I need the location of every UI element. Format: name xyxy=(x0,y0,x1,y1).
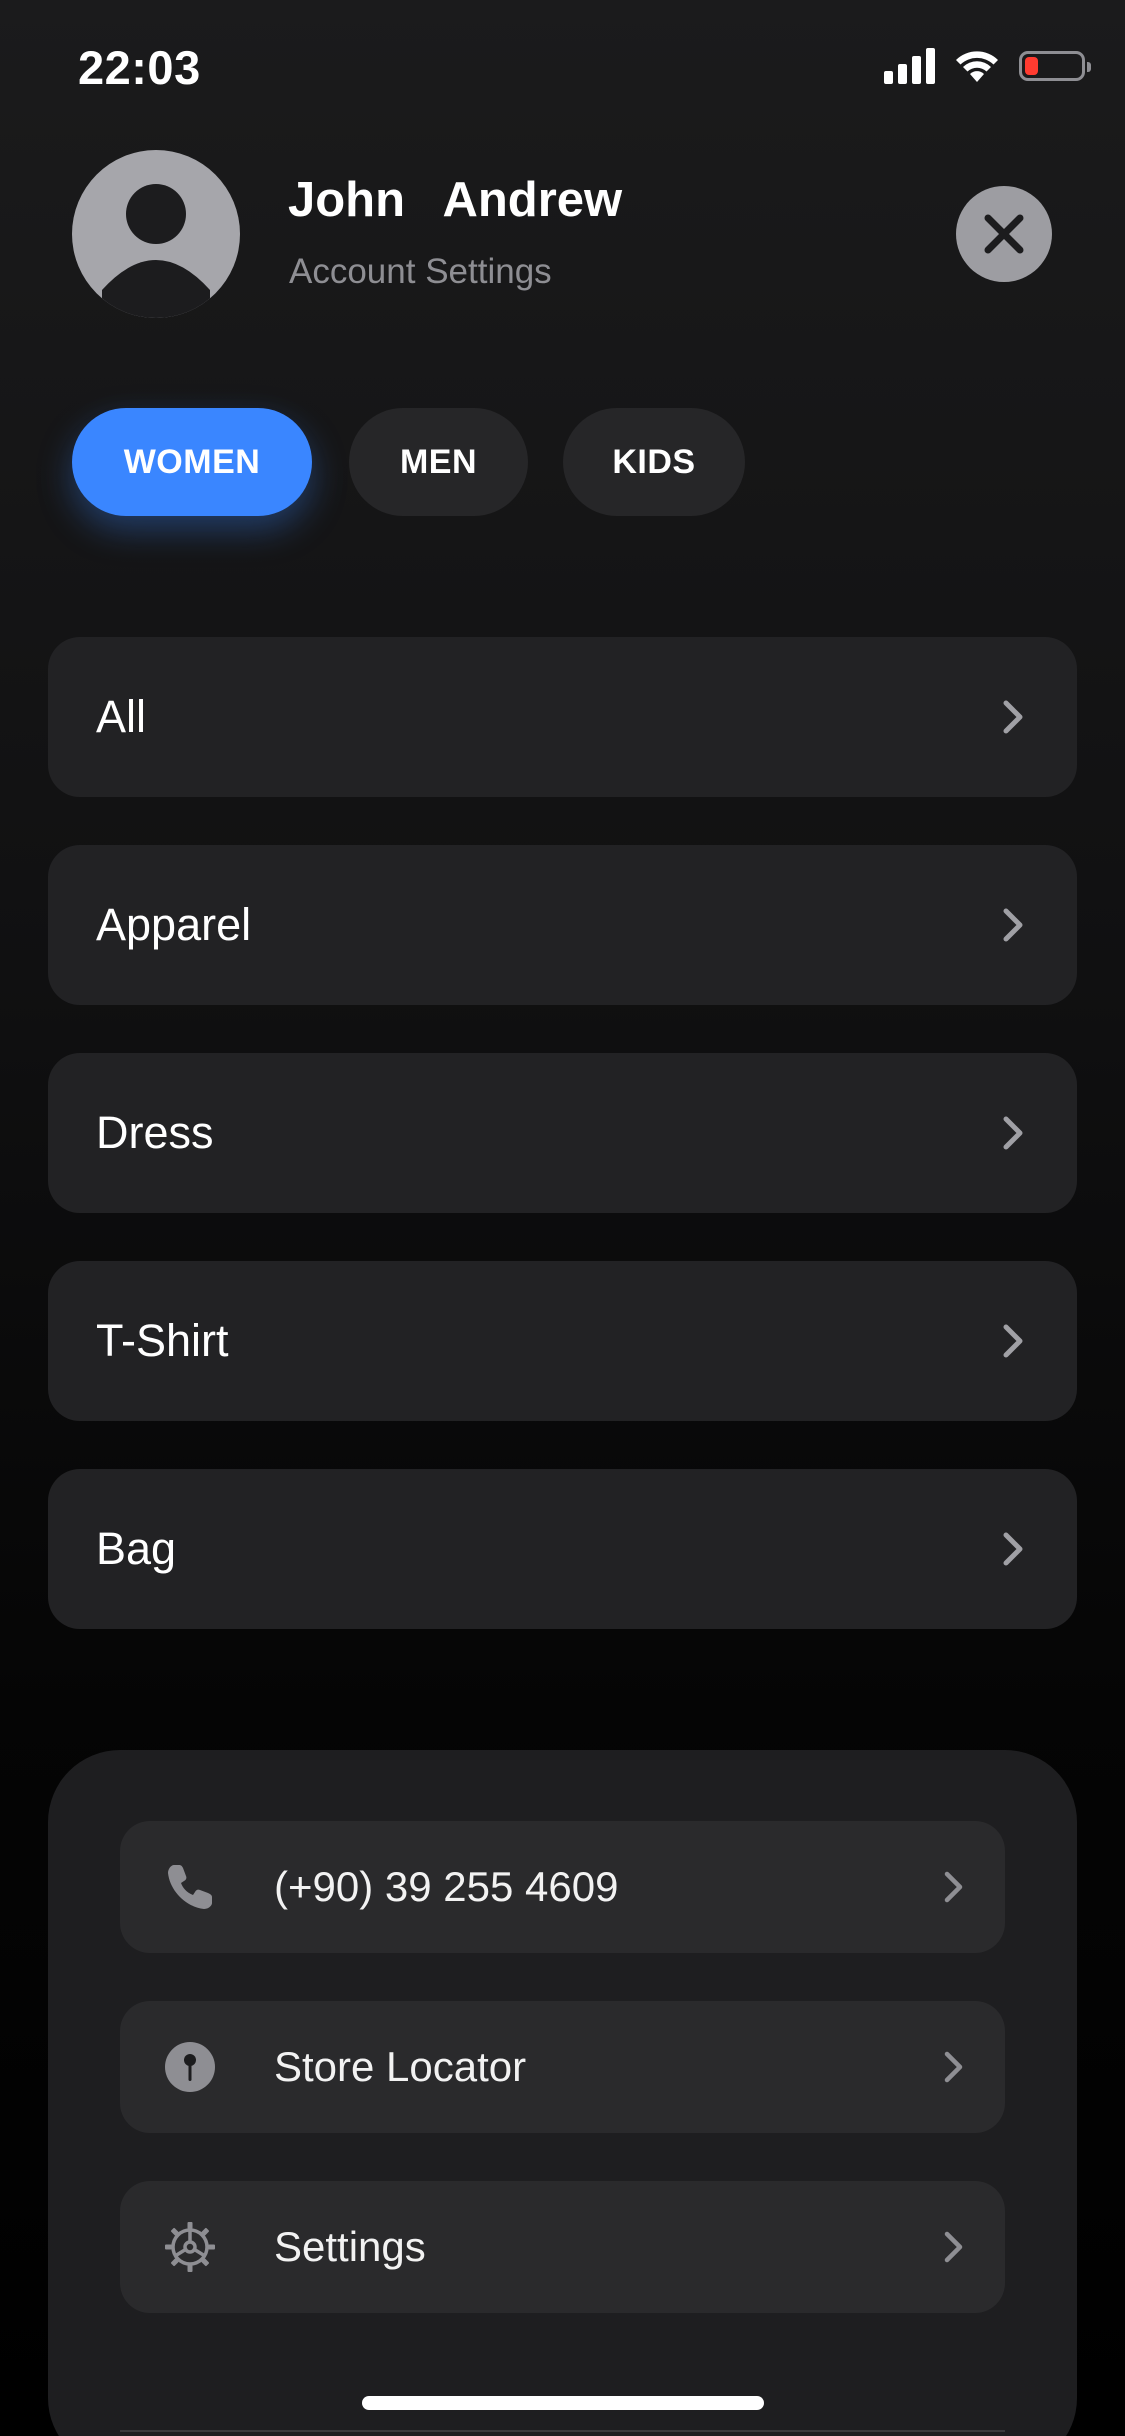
category-label: All xyxy=(96,691,147,742)
chevron-right-icon xyxy=(1003,1116,1023,1150)
battery-low-icon xyxy=(1019,51,1091,81)
close-icon xyxy=(984,214,1024,254)
close-button[interactable] xyxy=(956,186,1052,282)
contact-item-store-locator[interactable]: Store Locator xyxy=(120,2001,1005,2133)
battery-level-fill xyxy=(1025,57,1038,75)
location-pin-icon xyxy=(165,2042,215,2092)
category-item-dress[interactable]: Dress xyxy=(48,1053,1077,1213)
category-item-bag[interactable]: Bag xyxy=(48,1469,1077,1629)
contact-label: Settings xyxy=(274,2223,426,2270)
user-silhouette-icon xyxy=(102,184,210,318)
chevron-right-icon xyxy=(944,2231,963,2263)
chevron-right-icon xyxy=(1003,700,1023,734)
contact-card: (+90) 39 255 4609 Store Locator Settings xyxy=(48,1750,1077,2436)
home-indicator[interactable] xyxy=(362,2396,764,2410)
phone-icon xyxy=(168,1865,212,1909)
contact-item-settings[interactable]: Settings xyxy=(120,2181,1005,2313)
chevron-right-icon xyxy=(1003,1532,1023,1566)
chevron-right-icon xyxy=(944,2051,963,2083)
category-item-apparel[interactable]: Apparel xyxy=(48,845,1077,1005)
profile-name: John Andrew xyxy=(288,173,623,227)
category-item-all[interactable]: All xyxy=(48,637,1077,797)
tab-kids[interactable]: KIDS xyxy=(563,408,745,516)
category-label: T-Shirt xyxy=(96,1315,229,1366)
wifi-icon xyxy=(956,51,998,82)
chevron-right-icon xyxy=(944,1871,963,1903)
tab-men[interactable]: MEN xyxy=(349,408,528,516)
avatar[interactable] xyxy=(72,150,240,318)
status-time: 22:03 xyxy=(78,41,201,94)
contact-label: (+90) 39 255 4609 xyxy=(274,1863,619,1910)
status-icons xyxy=(884,48,1091,84)
tab-women[interactable]: WOMEN xyxy=(72,408,312,516)
divider xyxy=(120,2430,1005,2432)
contact-label: Store Locator xyxy=(274,2043,527,2090)
chevron-right-icon xyxy=(1003,908,1023,942)
category-item-tshirt[interactable]: T-Shirt xyxy=(48,1261,1077,1421)
category-label: Apparel xyxy=(96,899,252,950)
chevron-right-icon xyxy=(1003,1324,1023,1358)
category-label: Dress xyxy=(96,1107,214,1158)
category-label: Bag xyxy=(96,1523,177,1574)
gear-icon xyxy=(165,2222,215,2272)
contact-item-phone[interactable]: (+90) 39 255 4609 xyxy=(120,1821,1005,1953)
status-bar: 22:03 xyxy=(0,0,1125,130)
cellular-signal-icon xyxy=(884,48,935,84)
profile-subtitle[interactable]: Account Settings xyxy=(289,252,552,292)
